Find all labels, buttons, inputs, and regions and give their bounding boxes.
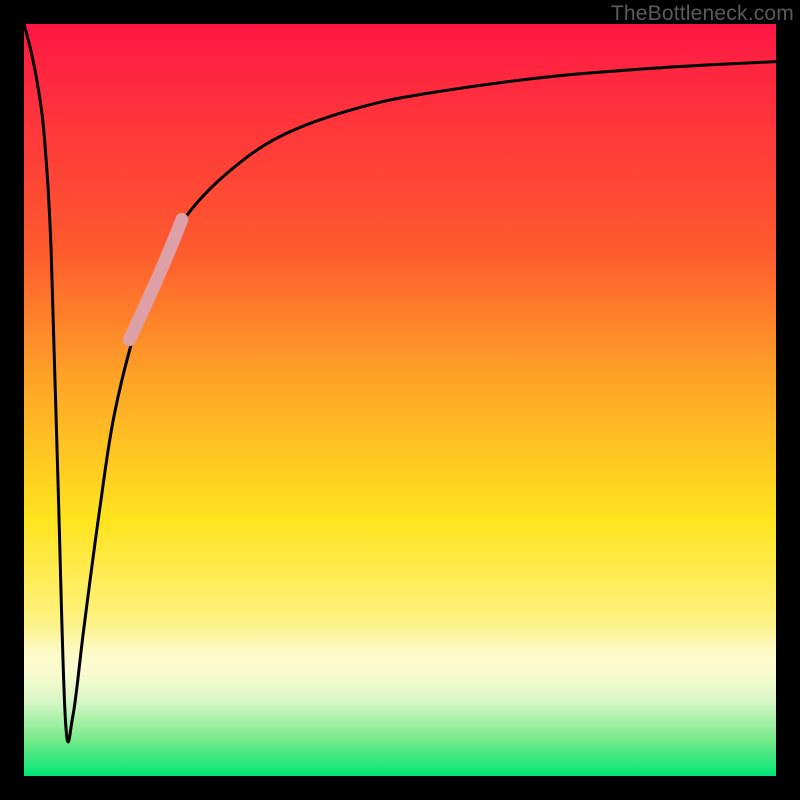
bottleneck-curve — [24, 24, 776, 742]
highlight-path — [129, 220, 182, 340]
highlight-segment — [129, 220, 182, 340]
curve-path — [24, 24, 776, 742]
plot-area — [24, 24, 776, 776]
watermark-text: TheBottleneck.com — [611, 2, 794, 26]
curve-svg — [24, 24, 776, 776]
chart-frame: TheBottleneck.com — [0, 0, 800, 800]
